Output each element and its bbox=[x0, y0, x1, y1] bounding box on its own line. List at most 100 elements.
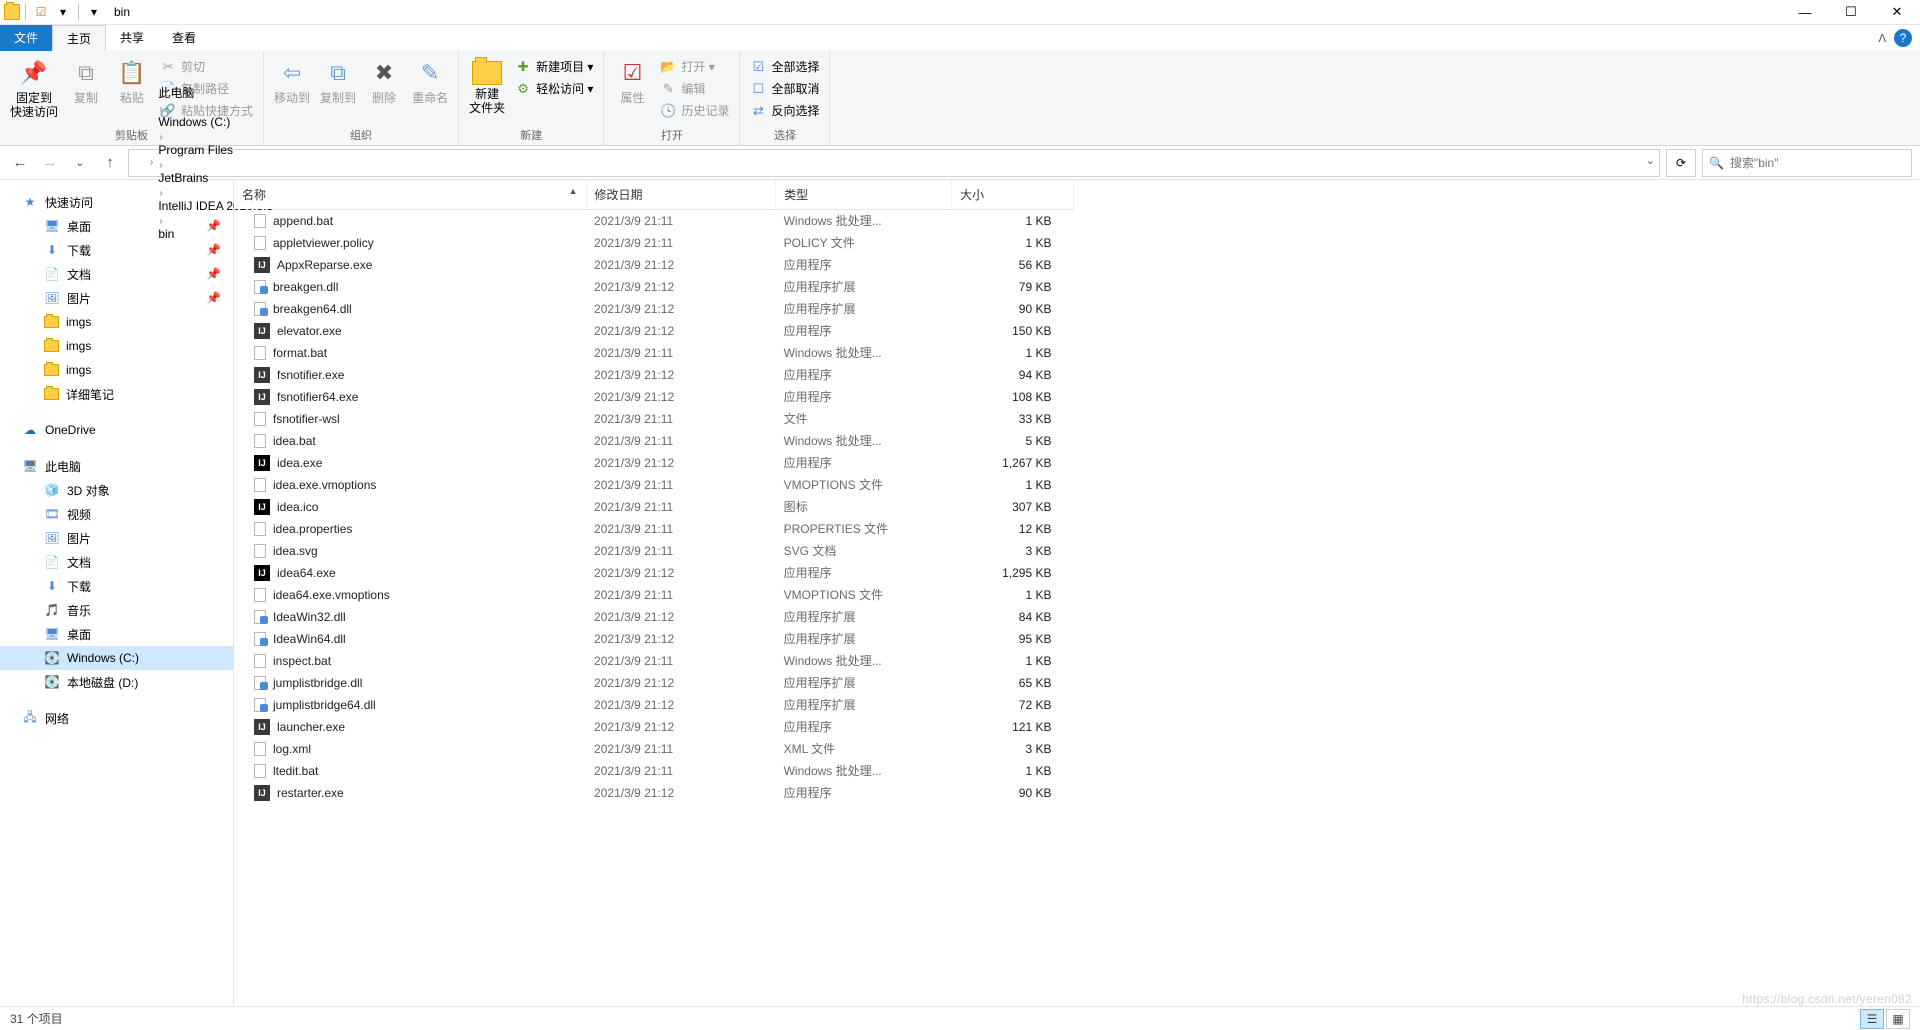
table-row[interactable]: ltedit.bat2021/3/9 21:11Windows 批处理...1 … bbox=[234, 760, 1074, 782]
sidebar-item[interactable]: 🖥桌面📌 bbox=[0, 214, 233, 238]
close-button[interactable]: ✕ bbox=[1874, 0, 1920, 25]
forward-button[interactable]: → bbox=[38, 151, 62, 175]
back-button[interactable]: ← bbox=[8, 151, 32, 175]
quick-access-btn[interactable]: ▾ bbox=[53, 2, 73, 22]
tab-view[interactable]: 查看 bbox=[158, 25, 210, 51]
sidebar-onedrive[interactable]: ☁OneDrive bbox=[0, 418, 233, 442]
table-row[interactable]: IJidea64.exe2021/3/9 21:12应用程序1,295 KB bbox=[234, 562, 1074, 584]
thumbnails-view-button[interactable]: ▦ bbox=[1886, 1009, 1910, 1029]
new-folder-button[interactable]: 新建 文件夹 bbox=[465, 54, 509, 115]
breadcrumb-item[interactable]: 此电脑 bbox=[156, 84, 275, 101]
sidebar-item[interactable]: 详细笔记 bbox=[0, 382, 233, 406]
minimize-button[interactable]: — bbox=[1782, 0, 1828, 25]
sidebar-item[interactable]: imgs bbox=[0, 310, 233, 334]
table-row[interactable]: jumplistbridge64.dll2021/3/9 21:12应用程序扩展… bbox=[234, 694, 1074, 716]
up-button[interactable]: ↑ bbox=[98, 151, 122, 175]
file-icon: IJ bbox=[254, 455, 270, 471]
rename-button[interactable]: ✎重命名 bbox=[408, 54, 452, 105]
sidebar-item[interactable]: 🖼图片📌 bbox=[0, 286, 233, 310]
sidebar-item[interactable]: ⬇下载📌 bbox=[0, 238, 233, 262]
table-row[interactable]: IJfsnotifier.exe2021/3/9 21:12应用程序94 KB bbox=[234, 364, 1074, 386]
table-row[interactable]: idea.exe.vmoptions2021/3/9 21:11VMOPTION… bbox=[234, 474, 1074, 496]
sidebar-item[interactable]: 🖥桌面 bbox=[0, 622, 233, 646]
table-row[interactable]: IdeaWin64.dll2021/3/9 21:12应用程序扩展95 KB bbox=[234, 628, 1074, 650]
help-icon[interactable]: ? bbox=[1894, 29, 1912, 47]
quick-access-btn[interactable]: ☑ bbox=[31, 2, 51, 22]
file-date: 2021/3/9 21:12 bbox=[586, 254, 776, 276]
table-row[interactable]: log.xml2021/3/9 21:11XML 文件3 KB bbox=[234, 738, 1074, 760]
table-row[interactable]: fsnotifier-wsl2021/3/9 21:11文件33 KB bbox=[234, 408, 1074, 430]
search-input[interactable] bbox=[1730, 156, 1905, 170]
table-row[interactable]: IJfsnotifier64.exe2021/3/9 21:12应用程序108 … bbox=[234, 386, 1074, 408]
table-row[interactable]: IJrestarter.exe2021/3/9 21:12应用程序90 KB bbox=[234, 782, 1074, 804]
select-all-button[interactable]: ☑全部选择 bbox=[746, 56, 823, 77]
table-row[interactable]: breakgen.dll2021/3/9 21:12应用程序扩展79 KB bbox=[234, 276, 1074, 298]
sidebar-network[interactable]: 🖧网络 bbox=[0, 706, 233, 730]
ribbon-collapse-icon[interactable]: ᐱ bbox=[1878, 32, 1886, 45]
table-row[interactable]: appletviewer.policy2021/3/9 21:11POLICY … bbox=[234, 232, 1074, 254]
copy-to-button[interactable]: ⧉复制到 bbox=[316, 54, 360, 105]
history-button[interactable]: 🕓历史记录 bbox=[656, 100, 733, 121]
copy-button[interactable]: ⧉ 复制 bbox=[64, 54, 108, 105]
table-row[interactable]: IdeaWin32.dll2021/3/9 21:12应用程序扩展84 KB bbox=[234, 606, 1074, 628]
details-view-button[interactable]: ☰ bbox=[1860, 1009, 1884, 1029]
table-row[interactable]: append.bat2021/3/9 21:11Windows 批处理...1 … bbox=[234, 210, 1074, 232]
sidebar-item[interactable]: imgs bbox=[0, 358, 233, 382]
move-to-button[interactable]: ⇦移动到 bbox=[270, 54, 314, 105]
column-size[interactable]: 大小 bbox=[952, 180, 1074, 210]
address-bar[interactable]: › 此电脑›Windows (C:)›Program Files›JetBrai… bbox=[128, 149, 1660, 177]
table-row[interactable]: IJidea.exe2021/3/9 21:12应用程序1,267 KB bbox=[234, 452, 1074, 474]
edit-button[interactable]: ✎编辑 bbox=[656, 78, 733, 99]
navigation-pane[interactable]: ★快速访问 🖥桌面📌⬇下载📌📄文档📌🖼图片📌imgsimgsimgs详细笔记 ☁… bbox=[0, 180, 234, 1006]
column-type[interactable]: 类型 bbox=[776, 180, 952, 210]
new-item-button[interactable]: ✚新建项目 ▾ bbox=[511, 56, 597, 77]
delete-button[interactable]: ✖删除 bbox=[362, 54, 406, 105]
address-dropdown-icon[interactable]: ⌄ bbox=[1646, 154, 1655, 167]
sidebar-quick-access[interactable]: ★快速访问 bbox=[0, 190, 233, 214]
table-row[interactable]: format.bat2021/3/9 21:11Windows 批处理...1 … bbox=[234, 342, 1074, 364]
maximize-button[interactable]: ☐ bbox=[1828, 0, 1874, 25]
sidebar-item[interactable]: 🎵音乐 bbox=[0, 598, 233, 622]
table-row[interactable]: idea.svg2021/3/9 21:11SVG 文档3 KB bbox=[234, 540, 1074, 562]
table-row[interactable]: idea64.exe.vmoptions2021/3/9 21:11VMOPTI… bbox=[234, 584, 1074, 606]
sidebar-item[interactable]: 🎞视频 bbox=[0, 502, 233, 526]
sidebar-item[interactable]: 📄文档 bbox=[0, 550, 233, 574]
table-row[interactable]: idea.bat2021/3/9 21:11Windows 批处理...5 KB bbox=[234, 430, 1074, 452]
paste-button[interactable]: 📋 粘贴 bbox=[110, 54, 154, 105]
sidebar-this-pc[interactable]: 🖥此电脑 bbox=[0, 454, 233, 478]
table-row[interactable]: breakgen64.dll2021/3/9 21:12应用程序扩展90 KB bbox=[234, 298, 1074, 320]
sidebar-item[interactable]: 💽Windows (C:) bbox=[0, 646, 233, 670]
table-row[interactable]: IJAppxReparse.exe2021/3/9 21:12应用程序56 KB bbox=[234, 254, 1074, 276]
tab-share[interactable]: 共享 bbox=[106, 25, 158, 51]
cut-button[interactable]: ✂剪切 bbox=[156, 56, 257, 77]
breadcrumb-item[interactable]: Program Files bbox=[156, 143, 275, 157]
tab-file[interactable]: 文件 bbox=[0, 25, 52, 51]
sidebar-item[interactable]: 🧊3D 对象 bbox=[0, 478, 233, 502]
file-list[interactable]: 名称▲ 修改日期 类型 大小 append.bat2021/3/9 21:11W… bbox=[234, 180, 1920, 1006]
sidebar-item[interactable]: imgs bbox=[0, 334, 233, 358]
table-row[interactable]: IJlauncher.exe2021/3/9 21:12应用程序121 KB bbox=[234, 716, 1074, 738]
pin-to-quick-access-button[interactable]: 📌 固定到 快速访问 bbox=[6, 54, 62, 119]
sidebar-item[interactable]: 💽本地磁盘 (D:) bbox=[0, 670, 233, 694]
tab-home[interactable]: 主页 bbox=[52, 25, 106, 51]
table-row[interactable]: inspect.bat2021/3/9 21:11Windows 批处理...1… bbox=[234, 650, 1074, 672]
sidebar-item[interactable]: 📄文档📌 bbox=[0, 262, 233, 286]
table-row[interactable]: idea.properties2021/3/9 21:11PROPERTIES … bbox=[234, 518, 1074, 540]
invert-selection-button[interactable]: ⇄反向选择 bbox=[746, 100, 823, 121]
table-row[interactable]: IJidea.ico2021/3/9 21:11图标307 KB bbox=[234, 496, 1074, 518]
column-name[interactable]: 名称▲ bbox=[234, 180, 586, 210]
easy-access-button[interactable]: ⚙轻松访问 ▾ bbox=[511, 78, 597, 99]
table-row[interactable]: IJelevator.exe2021/3/9 21:12应用程序150 KB bbox=[234, 320, 1074, 342]
table-row[interactable]: jumplistbridge.dll2021/3/9 21:12应用程序扩展65… bbox=[234, 672, 1074, 694]
breadcrumb-item[interactable]: Windows (C:) bbox=[156, 115, 275, 129]
properties-button[interactable]: ☑属性 bbox=[610, 54, 654, 105]
select-none-button[interactable]: ☐全部取消 bbox=[746, 78, 823, 99]
column-date[interactable]: 修改日期 bbox=[586, 180, 776, 210]
search-box[interactable]: 🔍 bbox=[1702, 149, 1912, 177]
recent-locations-button[interactable]: ⌄ bbox=[68, 151, 92, 175]
open-button[interactable]: 📂打开 ▾ bbox=[656, 56, 733, 77]
quick-access-eq[interactable]: ▾ bbox=[84, 2, 104, 22]
sidebar-item[interactable]: ⬇下载 bbox=[0, 574, 233, 598]
refresh-button[interactable]: ⟳ bbox=[1666, 149, 1696, 177]
sidebar-item[interactable]: 🖼图片 bbox=[0, 526, 233, 550]
